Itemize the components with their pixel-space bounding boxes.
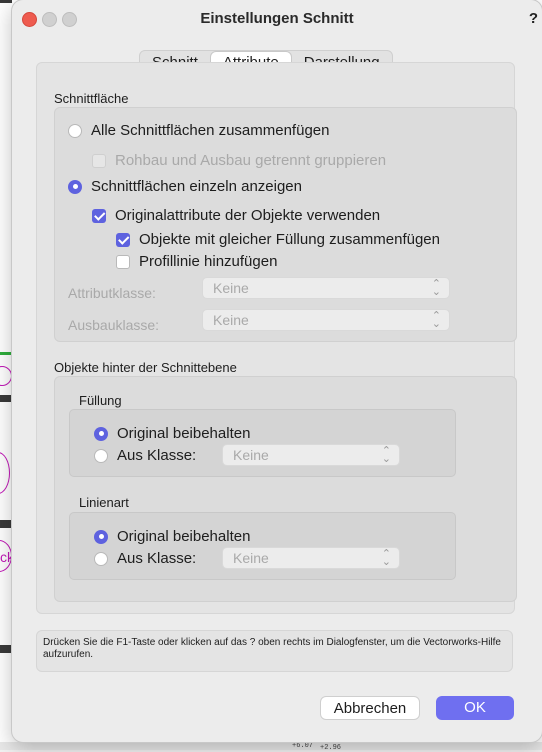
cad-wall — [0, 395, 12, 402]
checkbox-checked[interactable] — [92, 208, 106, 223]
fill-heading: Füllung — [79, 393, 122, 408]
ausbauklasse-value: Keine — [213, 312, 249, 328]
chevron-updown-icon: ⌃ ⌄ — [431, 278, 441, 298]
profile-line-label: Profillinie hinzufügen — [139, 253, 278, 270]
section-heading-schnittflaeche: Schnittfläche — [54, 91, 129, 106]
fill-class-label: Aus Klasse: — [117, 447, 197, 464]
section-heading-behind: Objekte hinter der Schnittebene — [54, 360, 237, 375]
same-fill-label: Objekte mit gleicher Füllung zusammenfüg… — [139, 231, 440, 248]
original-attr-label: Originalattribute der Objekte verwenden — [115, 207, 381, 224]
ausbauklasse-select: Keine ⌃ ⌄ — [202, 309, 450, 331]
radio-button-selected[interactable] — [94, 426, 108, 441]
cad-wall — [0, 645, 12, 653]
fill-option-original[interactable]: Original beibehalten — [94, 425, 250, 442]
rohbau-label: Rohbau und Ausbau getrennt gruppieren — [115, 152, 387, 169]
schnittflaeche-group: Alle Schnittflächen zusammenfügen Rohbau… — [54, 107, 517, 342]
cad-dim: +6.07 — [292, 742, 314, 750]
cancel-button[interactable]: Abbrechen — [320, 696, 420, 720]
cad-wall — [0, 352, 12, 355]
radio-button-selected[interactable] — [68, 179, 82, 194]
radio-button[interactable] — [94, 448, 108, 463]
option-single-sections[interactable]: Schnittflächen einzeln anzeigen — [68, 178, 302, 195]
title-bar[interactable]: Einstellungen Schnitt ? — [12, 0, 542, 38]
attribute-panel: Schnittfläche Alle Schnittflächen zusamm… — [36, 62, 517, 614]
option-all-sections[interactable]: Alle Schnittflächen zusammenfügen — [68, 122, 329, 139]
fill-option-class[interactable]: Aus Klasse: — [94, 447, 196, 464]
checkbox-checked[interactable] — [116, 232, 130, 247]
attributklasse-value: Keine — [213, 280, 249, 296]
linetype-heading: Linienart — [79, 495, 129, 510]
chevron-updown-icon: ⌃ ⌄ — [431, 310, 441, 330]
chevron-updown-icon: ⌃ ⌄ — [381, 548, 391, 568]
attributklasse-label: Attributklasse: — [68, 285, 156, 301]
option-single-label: Schnittflächen einzeln anzeigen — [91, 178, 302, 195]
cad-circle — [0, 366, 12, 386]
settings-dialog: Einstellungen Schnitt ? Schnitt Attribut… — [12, 0, 542, 742]
behind-group: Füllung Original beibehalten Aus Klasse:… — [54, 376, 517, 602]
fill-subgroup: Original beibehalten Aus Klasse: Keine ⌃… — [69, 409, 456, 477]
help-info-text: Drücken Sie die F1-Taste oder klicken au… — [43, 637, 501, 660]
linetype-original-label: Original beibehalten — [117, 528, 251, 545]
linetype-option-original[interactable]: Original beibehalten — [94, 528, 250, 545]
radio-button-selected[interactable] — [94, 529, 108, 544]
help-icon[interactable]: ? — [529, 10, 538, 27]
cad-circle — [0, 452, 10, 494]
fill-class-value: Keine — [233, 447, 269, 463]
checkbox — [92, 153, 106, 168]
attributklasse-select: Keine ⌃ ⌄ — [202, 277, 450, 299]
checkbox-profile-line[interactable]: Profillinie hinzufügen — [116, 253, 277, 270]
fill-original-label: Original beibehalten — [117, 425, 251, 442]
linetype-class-value: Keine — [233, 550, 269, 566]
linetype-class-select: Keine ⌃ ⌄ — [222, 547, 400, 569]
ok-button[interactable]: OK — [436, 696, 514, 720]
linetype-subgroup: Original beibehalten Aus Klasse: Keine ⌃… — [69, 512, 456, 580]
checkbox-original-attributes[interactable]: Originalattribute der Objekte verwenden — [92, 207, 380, 224]
checkbox-same-fill[interactable]: Objekte mit gleicher Füllung zusammenfüg… — [116, 231, 440, 248]
radio-button[interactable] — [94, 551, 108, 566]
chevron-updown-icon: ⌃ ⌄ — [381, 445, 391, 465]
checkbox[interactable] — [116, 254, 130, 269]
cad-wall — [0, 520, 12, 528]
help-info-box: Drücken Sie die F1-Taste oder klicken au… — [36, 630, 513, 672]
cad-bottom-strip — [0, 742, 542, 750]
radio-button[interactable] — [68, 123, 82, 138]
linetype-option-class[interactable]: Aus Klasse: — [94, 550, 196, 567]
fill-class-select: Keine ⌃ ⌄ — [222, 444, 400, 466]
ausbauklasse-label: Ausbauklasse: — [68, 317, 160, 333]
option-rohbau-group: Rohbau und Ausbau getrennt gruppieren — [92, 152, 386, 169]
cad-dim: +2.96 — [320, 744, 342, 752]
dialog-title: Einstellungen Schnitt — [200, 10, 354, 27]
option-all-label: Alle Schnittflächen zusammenfügen — [91, 122, 330, 139]
cad-wall — [0, 0, 12, 3]
linetype-class-label: Aus Klasse: — [117, 550, 197, 567]
